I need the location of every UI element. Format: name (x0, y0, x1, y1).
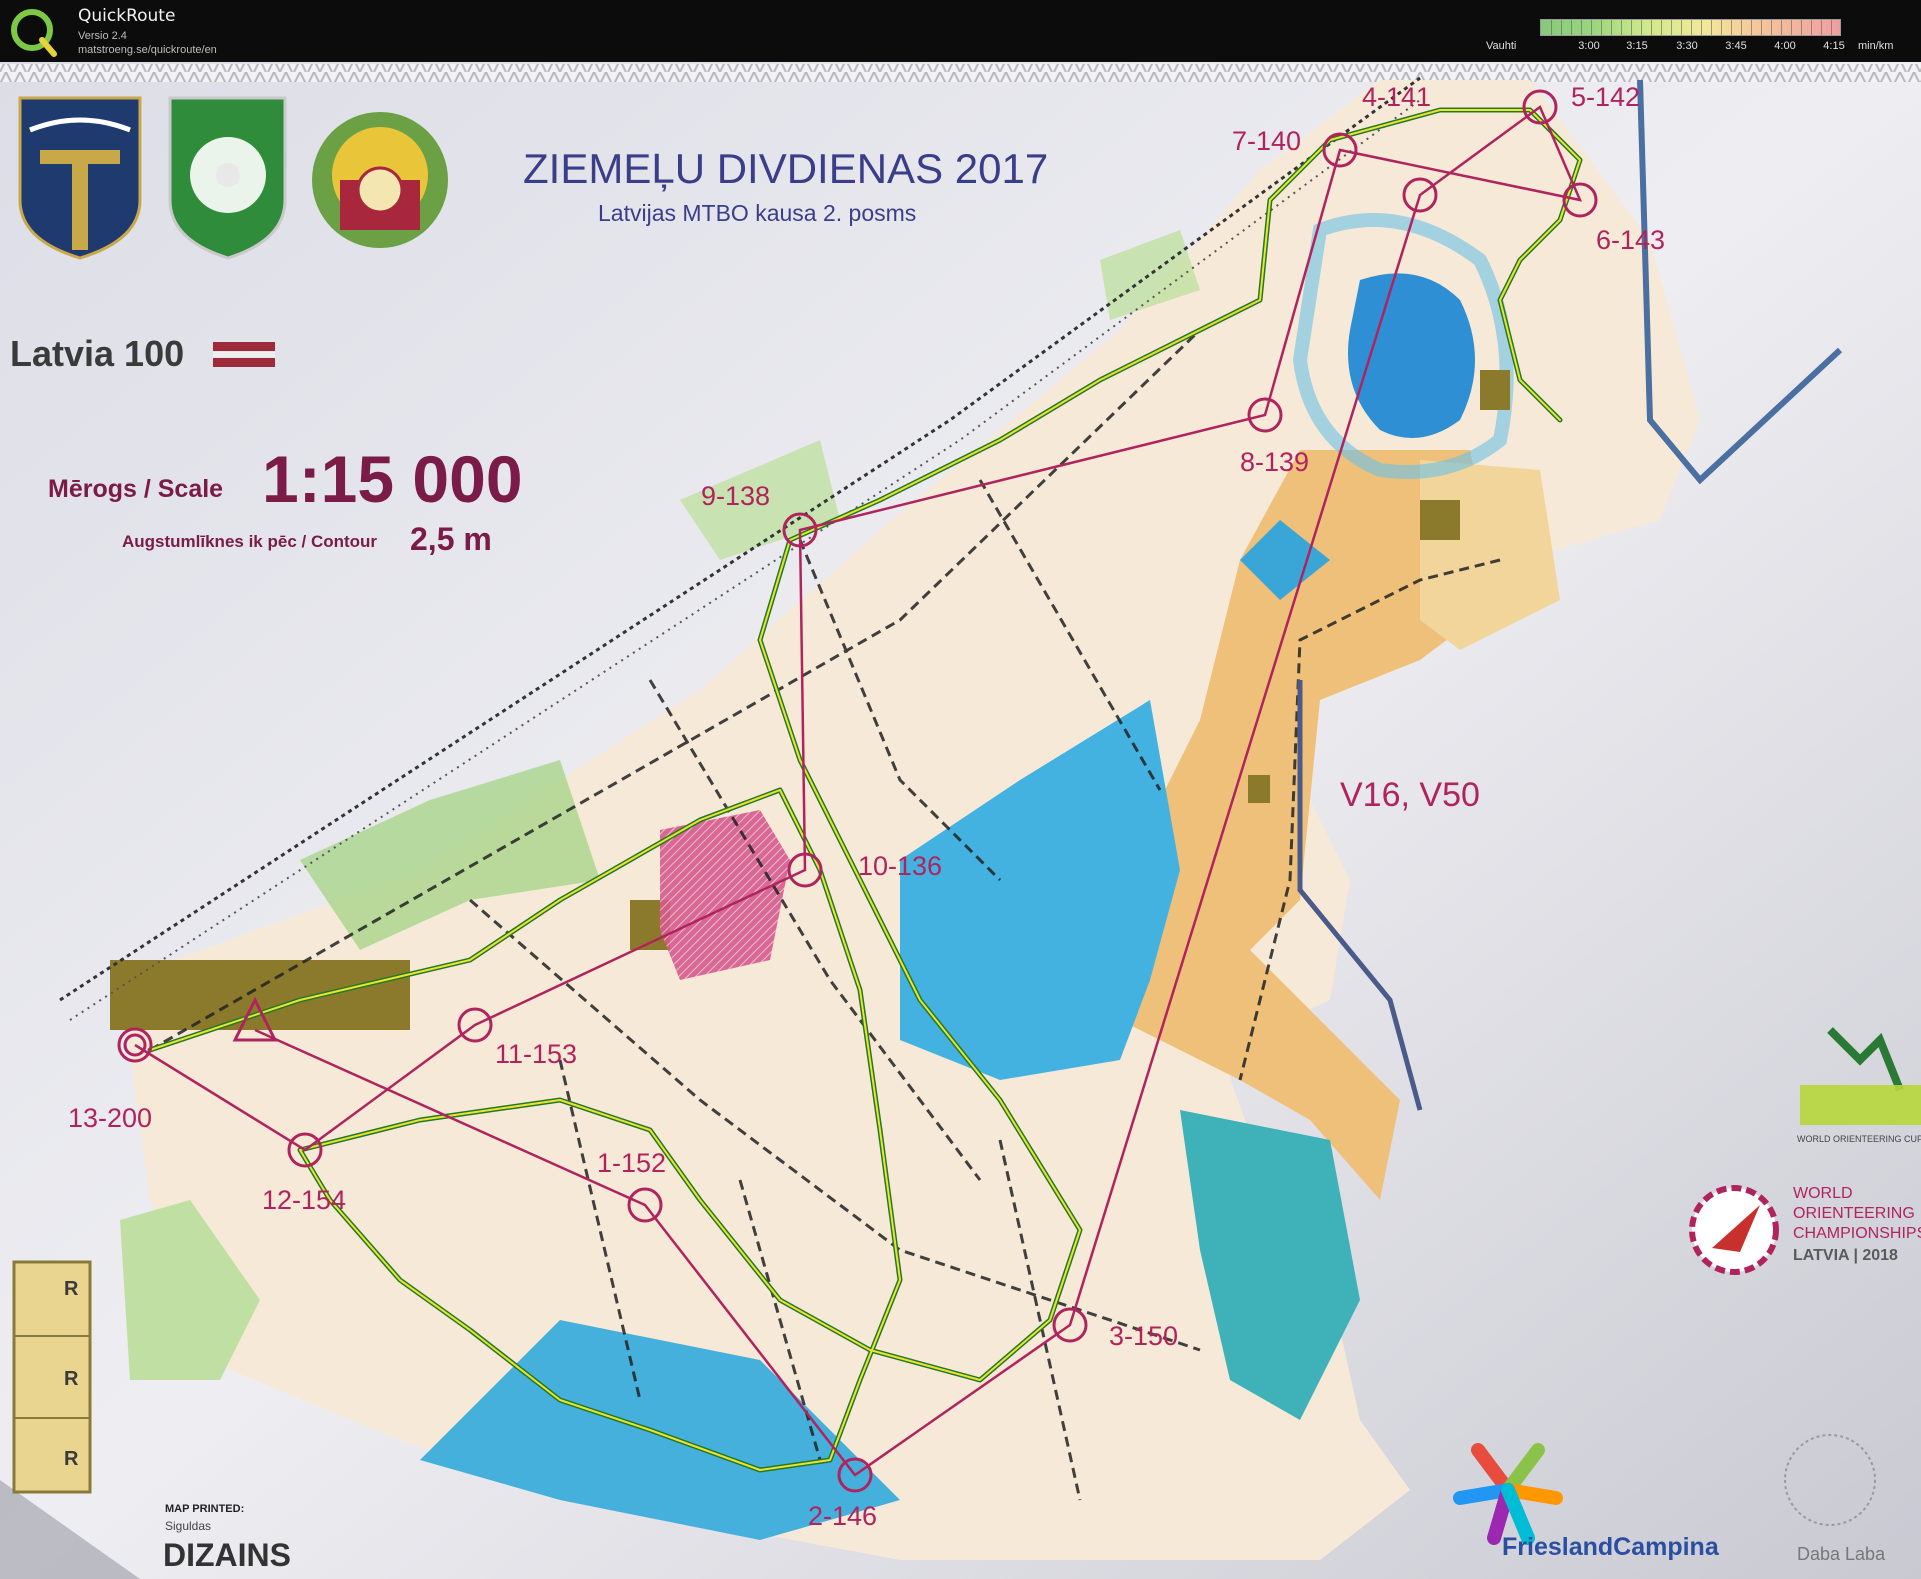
pace-grid-line (1751, 20, 1752, 35)
pace-color-scale (1540, 19, 1841, 36)
wcup-caption: WORLD ORIENTEERING CUP | LATVIA (1797, 1134, 1921, 1144)
coat-of-arms-1 (18, 96, 142, 260)
map-canvas: 1-152 2-146 3-150 4-141 5-142 6-143 7-14… (0, 62, 1921, 1579)
control-label: 12-154 (262, 1185, 346, 1215)
contour-value: 2,5 m (410, 521, 492, 557)
control-label: 13-200 (68, 1103, 152, 1133)
pace-grid-line (1681, 20, 1682, 35)
pace-grid-line (1811, 20, 1812, 35)
scale-label: Mērogs / Scale (48, 475, 223, 503)
pace-tick: 3:45 (1725, 40, 1747, 52)
pace-grid-line (1651, 20, 1652, 35)
control-label: 7-140 (1232, 126, 1301, 156)
legend-letter: R (64, 1368, 79, 1390)
pace-grid-line (1631, 20, 1632, 35)
pace-grid-line (1831, 20, 1832, 35)
control-label: 8-139 (1240, 447, 1309, 477)
control-label: 4-141 (1362, 82, 1431, 112)
pace-grid-line (1641, 20, 1642, 35)
pace-tick: 3:30 (1676, 40, 1698, 52)
pace-grid-line (1551, 20, 1552, 35)
pace-grid-line (1731, 20, 1732, 35)
svg-text:CHAMPIONSHIPS: CHAMPIONSHIPS (1793, 1225, 1921, 1242)
settlement-area (110, 960, 410, 1030)
control-label: 5-142 (1571, 82, 1640, 112)
app-version: Versio 2.4 (78, 30, 127, 42)
pace-grid-line (1801, 20, 1802, 35)
pace-grid-line (1781, 20, 1782, 35)
svg-text:Daba Laba: Daba Laba (1797, 1544, 1886, 1564)
contour-label: Augstumlīknes ik pēc / Contour (122, 532, 377, 551)
title-bar: QuickRoute Versio 2.4 matstroeng.se/quic… (0, 0, 1921, 62)
course-classes: V16, V50 (1340, 776, 1480, 814)
pace-grid-line (1711, 20, 1712, 35)
pace-grid-line (1571, 20, 1572, 35)
pace-grid-line (1771, 20, 1772, 35)
pace-grid-line (1581, 20, 1582, 35)
restricted-area (660, 810, 790, 980)
scale-value: 1:15 000 (262, 442, 523, 516)
pace-grid-line (1661, 20, 1662, 35)
orienteering-map[interactable]: 1-152 2-146 3-150 4-141 5-142 6-143 7-14… (0, 62, 1921, 1579)
pace-grid-line (1601, 20, 1602, 35)
control-label: 10-136 (858, 851, 942, 881)
control-label: 2-146 (808, 1501, 877, 1531)
app-name: QuickRoute (78, 6, 176, 26)
pace-grid-line (1691, 20, 1692, 35)
latvia-100-logo: Latvia 100 (10, 333, 184, 374)
pace-legend-label: Vauhti (1486, 40, 1517, 52)
legend-letter: R (64, 1278, 79, 1300)
pace-grid-line (1611, 20, 1612, 35)
pace-tick: 3:15 (1626, 40, 1648, 52)
quickroute-window: QuickRoute Versio 2.4 matstroeng.se/quic… (0, 0, 1921, 1579)
control-label: 1-152 (597, 1148, 666, 1178)
svg-text:WORLD: WORLD (1793, 1185, 1853, 1202)
event-subtitle: Latvijas MTBO kausa 2. posms (598, 200, 916, 226)
control-label: 11-153 (495, 1039, 577, 1069)
quickroute-logo-icon (11, 9, 57, 57)
legend-letter: R (64, 1448, 79, 1470)
control-label: 3-150 (1109, 1321, 1178, 1351)
legend-box: R R R (12, 1260, 92, 1494)
svg-text:LATVIA | 2018: LATVIA | 2018 (1793, 1247, 1898, 1264)
pace-grid-line (1621, 20, 1622, 35)
pace-grid-line (1701, 20, 1702, 35)
army-emblem (312, 112, 448, 248)
latvian-flag-icon (213, 342, 275, 367)
pace-tick: 3:00 (1578, 40, 1600, 52)
pace-grid-line (1791, 20, 1792, 35)
printer-name: Siguldas (165, 1519, 211, 1533)
pace-unit: min/km (1858, 40, 1894, 52)
coat-of-arms-2 (168, 96, 287, 260)
control-label: 9-138 (701, 481, 770, 511)
pace-grid-line (1741, 20, 1742, 35)
control-label: 6-143 (1596, 225, 1665, 255)
ornament-border (0, 64, 1921, 82)
pace-grid-line (1721, 20, 1722, 35)
pace-tick: 4:15 (1823, 40, 1845, 52)
sponsor-name: FrieslandCampina (1502, 1533, 1720, 1561)
event-title: ZIEMEĻU DIVDIENAS 2017 (523, 145, 1048, 192)
app-url-link[interactable]: matstroeng.se/quickroute/en (78, 44, 217, 56)
map-printed-label: MAP PRINTED: (165, 1503, 244, 1515)
pace-grid-line (1821, 20, 1822, 35)
pace-grid-line (1561, 20, 1562, 35)
printer-brand: DIZAINS (163, 1537, 291, 1573)
pace-tick: 4:00 (1774, 40, 1796, 52)
pace-grid-line (1671, 20, 1672, 35)
svg-text:ORIENTEERING: ORIENTEERING (1793, 1205, 1915, 1222)
pace-grid-line (1761, 20, 1762, 35)
pace-grid-line (1591, 20, 1592, 35)
